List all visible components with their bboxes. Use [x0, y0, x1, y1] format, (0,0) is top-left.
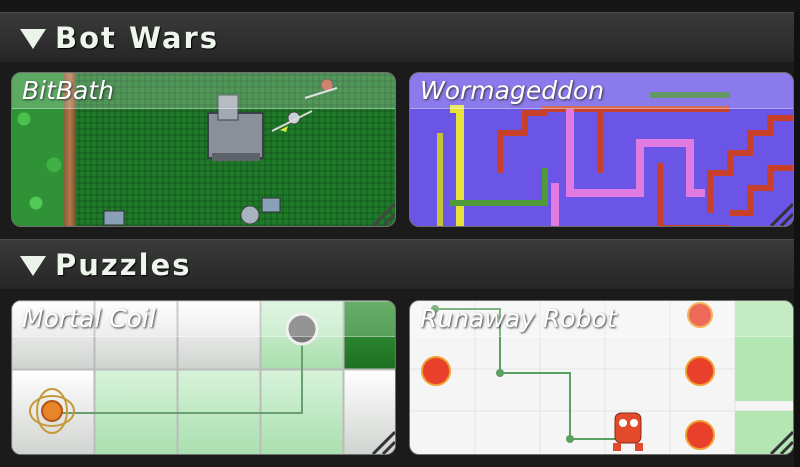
section-title: Puzzles [55, 248, 192, 282]
section-header-bot-wars[interactable]: Bot Wars [0, 12, 800, 62]
game-card-bitbath[interactable]: BitBath [11, 72, 396, 227]
resize-corner-icon [371, 430, 395, 454]
scrollbar[interactable] [794, 12, 800, 467]
section-header-puzzles[interactable]: Puzzles [0, 239, 800, 289]
game-title: Wormageddon [420, 76, 605, 105]
collapse-triangle-icon[interactable] [20, 29, 46, 49]
collapse-triangle-icon[interactable] [20, 256, 46, 276]
resize-corner-icon [371, 202, 395, 226]
top-strip [0, 0, 800, 12]
robot-sprite [613, 412, 643, 451]
game-card-mortal-coil[interactable]: Mortal Coil [11, 300, 396, 455]
game-card-runaway-robot[interactable]: Runaway Robot [409, 300, 794, 455]
game-title: Runaway Robot [420, 304, 617, 333]
section-title: Bot Wars [55, 21, 220, 55]
game-title: Mortal Coil [22, 304, 156, 333]
game-card-wormageddon[interactable]: Wormageddon [409, 72, 794, 227]
resize-corner-icon [769, 202, 793, 226]
game-title: BitBath [22, 76, 115, 105]
resize-corner-icon [769, 430, 793, 454]
